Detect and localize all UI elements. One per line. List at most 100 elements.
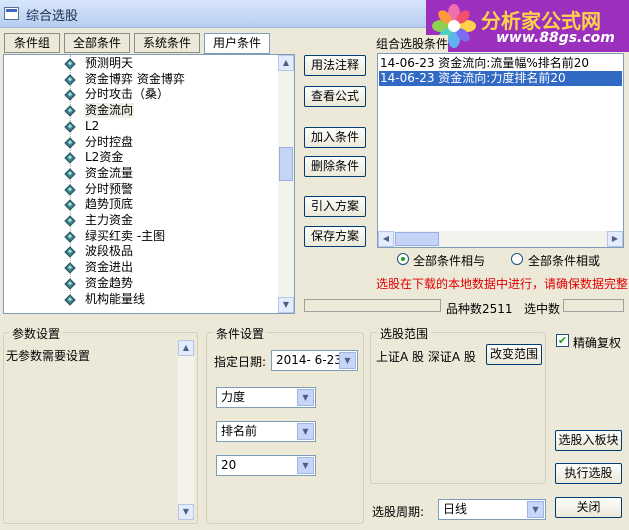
tree-item-label: 资金趋势: [85, 275, 134, 290]
radio-or-label: 全部条件相或: [528, 254, 601, 268]
date-picker[interactable]: 2014- 6-23 ▼: [271, 350, 358, 371]
formula-icon: [64, 215, 76, 227]
params-vscrollbar[interactable]: ▲ ▼: [178, 340, 194, 520]
params-title: 参数设置: [9, 325, 64, 342]
combo-condition-item-selected[interactable]: 14-06-23 资金流向:力度排名前20: [379, 71, 622, 86]
chevron-down-icon[interactable]: ▼: [527, 501, 544, 518]
formula-icon: [64, 121, 76, 133]
count-value: 2511: [482, 302, 513, 316]
window-title: 综合选股: [26, 9, 79, 24]
field1-select[interactable]: 力度 ▼: [216, 387, 316, 408]
import-plan-button[interactable]: 引入方案: [304, 196, 366, 217]
warning-text: 选股在下载的本地数据中进行，请确保数据完整: [376, 277, 629, 291]
date-label: 指定日期:: [214, 355, 267, 369]
formula-icon: [64, 136, 76, 149]
tree-item-label: 机构能量线: [85, 291, 146, 306]
formula-icon: [64, 293, 76, 306]
window-icon: [4, 7, 19, 20]
tree-item-label: 绿买红卖 -主图: [85, 228, 166, 243]
scroll-right-icon[interactable]: ▶: [607, 231, 623, 247]
delete-condition-button[interactable]: 删除条件: [304, 156, 366, 177]
count-label: 品种数2511: [446, 300, 513, 317]
progress-bar: [304, 299, 441, 312]
period-select[interactable]: 日线 ▼: [438, 499, 546, 520]
selected-count-label: 选中数: [524, 302, 561, 316]
formula-icon: [64, 105, 76, 117]
precise-adjust-label: 精确复权: [573, 336, 622, 350]
selected-count-value: [563, 299, 624, 312]
formula-icon: [64, 231, 76, 243]
tab-user-conditions[interactable]: 用户条件: [204, 33, 270, 54]
tree-item-label: 预测明天: [85, 56, 134, 70]
formula-icon: [64, 278, 76, 290]
tree-item-label: L2: [85, 118, 100, 133]
formula-icon: [64, 58, 76, 70]
scroll-up-icon[interactable]: ▲: [178, 340, 194, 356]
tree-item-label: 资金流量: [85, 165, 134, 180]
radio-or[interactable]: [511, 253, 523, 265]
tree-item-label: 资金流向: [84, 103, 135, 119]
formula-icon: [64, 246, 76, 259]
field3-select[interactable]: 20 ▼: [216, 455, 316, 476]
scroll-down-icon[interactable]: ▼: [178, 504, 194, 520]
radio-and-label: 全部条件相与: [413, 254, 486, 268]
formula-icon: [64, 262, 76, 274]
combo-condition-item[interactable]: 14-06-23 资金流向:流量幅%排名前20: [380, 56, 589, 71]
condition-settings-title: 条件设置: [213, 325, 268, 342]
execute-button[interactable]: 执行选股: [555, 463, 622, 484]
list-hscrollbar[interactable]: ◀ ▶: [378, 231, 623, 247]
chevron-down-icon[interactable]: ▼: [297, 423, 314, 440]
formula-icon: [64, 89, 76, 102]
tree-item-label: 趋势顶底: [85, 197, 134, 212]
tab-system-conditions[interactable]: 系统条件: [134, 33, 200, 53]
tree-item-label: 主力资金: [85, 213, 134, 227]
watermark-logo: 分析家公式网 www.88gs.com: [426, 0, 629, 52]
tree-item-label: 分时预警: [85, 181, 134, 196]
scroll-down-icon[interactable]: ▼: [278, 297, 294, 313]
change-range-button[interactable]: 改变范围: [486, 344, 542, 365]
tab-all-conditions[interactable]: 全部条件: [64, 33, 130, 53]
to-board-button[interactable]: 选股入板块: [555, 430, 622, 451]
radio-and[interactable]: [397, 253, 409, 265]
chevron-down-icon[interactable]: ▼: [297, 389, 314, 406]
tree-item-label: 资金进出: [85, 260, 134, 275]
tree-item-label: 资金博弈 资金博弈: [85, 71, 185, 86]
period-value: 日线: [443, 502, 468, 516]
date-value: 2014- 6-23: [276, 353, 342, 367]
scroll-up-icon[interactable]: ▲: [278, 55, 294, 71]
formula-icon: [64, 152, 76, 164]
formula-icon: [64, 199, 76, 211]
formula-icon: [64, 74, 76, 86]
field2-select[interactable]: 排名前 ▼: [216, 421, 316, 442]
tab-condition-group[interactable]: 条件组: [4, 33, 60, 53]
tree-item-label: 波段极品: [85, 244, 134, 259]
field1-value: 力度: [221, 390, 246, 404]
tree-item-label: L2资金: [85, 150, 124, 165]
tree-item-label: 分时控盘: [85, 134, 134, 149]
condition-tree[interactable]: 预测明天 资金博弈 资金博弈 分时攻击（桑） 资金流向 L2 分时控盘 L2资金 资金流量 分时…: [3, 54, 295, 314]
range-title: 选股范围: [377, 325, 432, 342]
logo-url: www.88gs.com: [496, 30, 615, 46]
precise-adjust-checkbox[interactable]: ✔: [556, 334, 569, 347]
field2-value: 排名前: [221, 424, 258, 438]
count-label-text: 品种数: [446, 302, 483, 316]
view-formula-button[interactable]: 查看公式: [304, 86, 366, 107]
combo-conditions-label: 组合选股条件: [376, 35, 449, 52]
hscroll-thumb[interactable]: [395, 232, 439, 246]
field3-value: 20: [221, 458, 237, 472]
formula-icon: [64, 168, 76, 180]
params-text: 无参数需要设置: [6, 349, 91, 363]
tree-vscrollbar[interactable]: ▲ ▼: [278, 55, 294, 313]
close-button[interactable]: 关闭: [555, 497, 622, 518]
combo-conditions-list[interactable]: 14-06-23 资金流向:流量幅%排名前20 14-06-23 资金流向:力度…: [377, 53, 624, 248]
formula-icon: [64, 183, 76, 196]
scroll-left-icon[interactable]: ◀: [378, 231, 394, 247]
range-text: 上证A 股 深证A 股: [376, 350, 476, 364]
usage-note-button[interactable]: 用法注释: [304, 55, 366, 76]
chevron-down-icon[interactable]: ▼: [339, 352, 356, 369]
chevron-down-icon[interactable]: ▼: [297, 457, 314, 474]
save-plan-button[interactable]: 保存方案: [304, 226, 366, 247]
add-condition-button[interactable]: 加入条件: [304, 127, 366, 148]
tree-item-label: 分时攻击（桑）: [85, 87, 170, 102]
scroll-thumb[interactable]: [279, 147, 293, 181]
